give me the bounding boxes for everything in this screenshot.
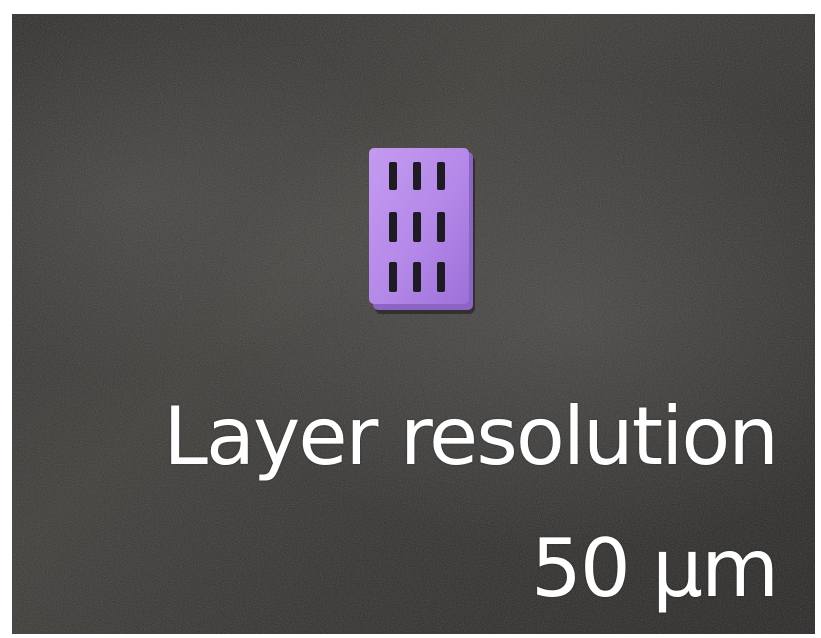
specimen-hole (389, 212, 397, 242)
specimen-hole (413, 162, 421, 190)
photo: Layer resolution 50 µm (12, 14, 815, 634)
specimen-hole (389, 162, 397, 190)
caption-line-1: Layer resolution (163, 390, 779, 483)
specimen-hole (437, 162, 445, 190)
specimen-hole (413, 212, 421, 242)
specimen-hole (437, 212, 445, 242)
specimen-hole (437, 262, 445, 292)
specimen-hole (413, 262, 421, 292)
photo-frame: Layer resolution 50 µm (0, 0, 821, 638)
caption-line-2: 50 µm (530, 522, 779, 615)
specimen-hole (389, 262, 397, 292)
lattice-specimen (369, 148, 475, 314)
